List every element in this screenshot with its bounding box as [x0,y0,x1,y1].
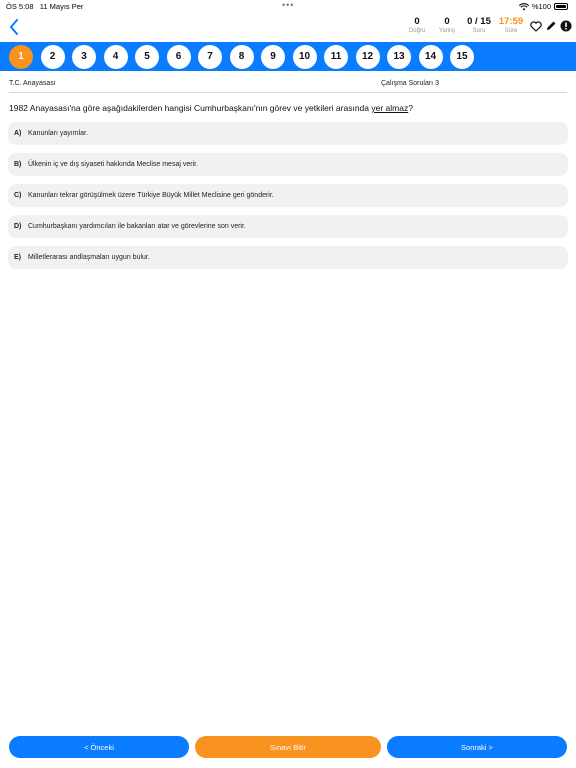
previous-button[interactable]: < Önceki [9,736,189,758]
stats-panel: 0 Doğru 0 Yanlış 0 / 15 Soru 17:59 Süre [404,16,524,34]
question-number-button[interactable]: 5 [135,44,159,69]
option-c[interactable]: C) Kanunları tekrar görüşülmek üzere Türk… [8,184,568,207]
next-button[interactable]: Sonraki > [387,736,567,758]
multitask-dots[interactable]: ••• [282,0,294,10]
set-label: Çalışma Soruları 3 [381,80,439,87]
answer-options: A) Kanunları yayımlar. B) Ülkenin iç ve dı… [8,122,568,277]
divider [9,92,567,93]
question-number-button[interactable]: 14 [418,44,443,69]
stat-question: 0 / 15 Soru [467,16,491,34]
question-number-button[interactable]: 8 [229,44,254,69]
option-e[interactable]: E) Milletlerarası andlaşmaları uygun bulu… [8,246,568,269]
question-number-button[interactable]: 10 [292,44,317,69]
chevron-left-icon[interactable] [6,18,22,36]
wifi-icon [518,2,529,10]
question-number-button[interactable]: 4 [103,44,128,69]
question-number-button[interactable]: 13 [387,44,411,69]
option-a[interactable]: A) Kanunları yayımlar. [8,122,568,145]
question-emphasis: yer almaz [371,103,409,113]
question-number-button[interactable]: 7 [198,44,222,69]
finish-exam-button[interactable]: Sınavı Bitir [195,736,381,758]
pencil-icon[interactable] [545,20,557,32]
option-d[interactable]: D) Cumhurbaşkanı yardımcıları ile bakanla… [8,215,568,238]
top-bar: 0 Doğru 0 Yanlış 0 / 15 Soru 17:59 Süre [0,12,576,42]
question-text: 1982 Anayasası'na göre aşağıdakilerden h… [9,103,413,113]
question-number-button[interactable]: 6 [166,44,191,69]
question-number-button[interactable]: 1 [9,44,33,69]
question-number-button[interactable]: 3 [72,44,96,69]
battery-icon [554,3,568,10]
status-bar: ÖS 5:08 11 Mayıs Per ••• %100 [0,0,576,12]
question-number-button[interactable]: 11 [324,44,348,69]
bottom-bar: < Önceki Sınavı Bitir Sonraki > [9,736,567,758]
question-number-button[interactable]: 12 [355,44,380,69]
question-number-button[interactable]: 2 [40,44,65,69]
status-time: ÖS 5:08 11 Mayıs Per [6,2,84,11]
heart-icon[interactable] [530,20,542,32]
option-b[interactable]: B) Ülkenin iç ve dış siyaseti hakkında Me… [8,153,568,176]
status-right: %100 [518,2,568,11]
stat-wrong: 0 Yanlış [438,16,456,34]
stat-correct: 0 Doğru [408,16,426,34]
question-navigator: 1 2 3 4 5 6 7 8 9 10 11 12 13 14 15 [0,42,576,71]
battery-percent: %100 [531,2,551,11]
question-number-button[interactable]: 9 [261,44,285,69]
stat-timer: 17:59 Süre [498,16,524,34]
question-number-button[interactable]: 15 [450,44,474,69]
subject-label: T.C. Anayasası [9,80,56,87]
alert-icon[interactable] [560,20,572,32]
top-actions [530,20,572,32]
